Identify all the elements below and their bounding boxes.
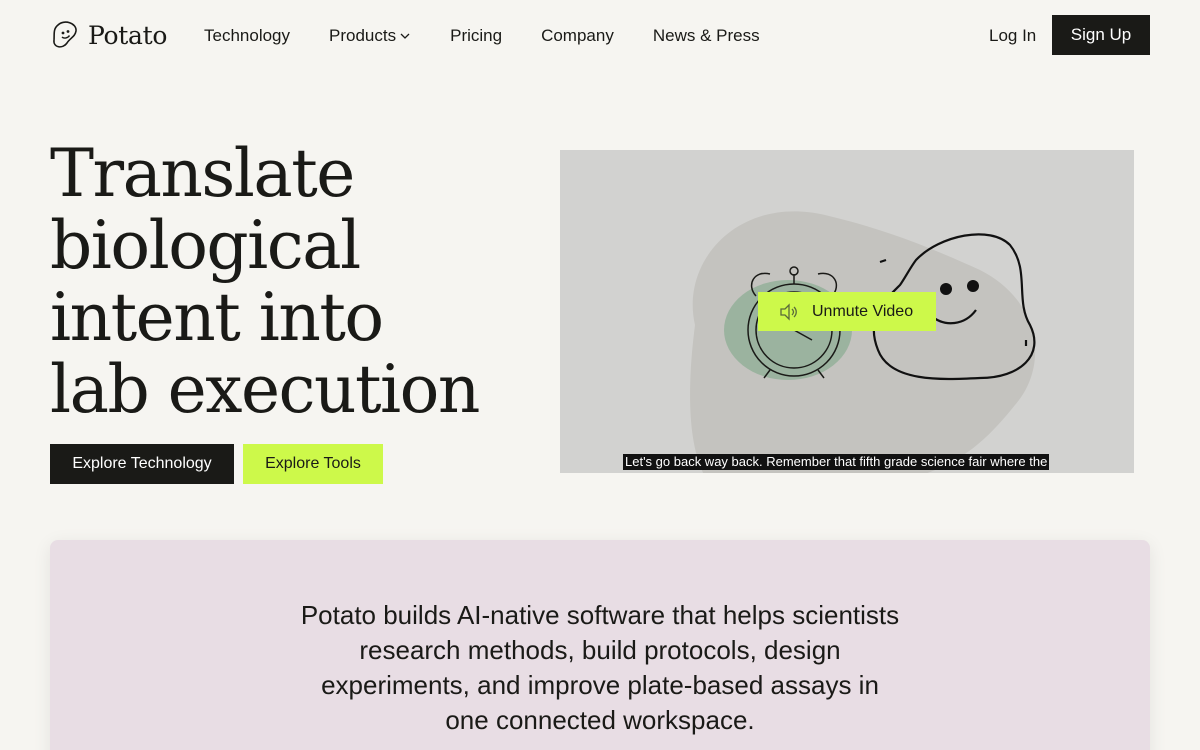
signup-button[interactable]: Sign Up (1052, 15, 1150, 55)
logo[interactable]: Potato (50, 20, 167, 50)
unmute-video-button[interactable]: Unmute Video (758, 292, 936, 331)
description-text: Potato builds AI-native software that he… (300, 600, 900, 735)
explore-technology-button[interactable]: Explore Technology (50, 444, 234, 484)
nav-pricing[interactable]: Pricing (450, 26, 502, 46)
logo-text: Potato (88, 20, 168, 50)
login-link[interactable]: Log In (989, 26, 1036, 46)
hero-title-line: Translate (50, 135, 355, 212)
hero-title-line: lab execution (50, 351, 480, 428)
description-card: Potato builds AI-native software that he… (50, 540, 1150, 750)
nav-technology[interactable]: Technology (204, 26, 290, 46)
potato-face-icon (53, 21, 77, 48)
hero-title-line: biological (50, 207, 361, 284)
speaker-muted-icon (780, 302, 797, 321)
main-nav: Technology Products Pricing Company News… (204, 26, 799, 46)
nav-news-press[interactable]: News & Press (653, 26, 760, 46)
video-caption: Let's go back way back. Remember that fi… (623, 454, 1050, 470)
site-header: Potato Technology Products Pricing Compa… (0, 0, 1200, 72)
nav-products-label: Products (329, 26, 397, 45)
hero-video[interactable]: Unmute Video Let's go back way back. Rem… (560, 150, 1134, 473)
explore-tools-button[interactable]: Explore Tools (243, 444, 383, 484)
chevron-down-icon (400, 33, 410, 39)
hero-title: Translate biological intent into lab exe… (50, 138, 530, 426)
hero-title-line: intent into (50, 279, 384, 356)
unmute-video-label: Unmute Video (812, 302, 914, 320)
nav-products[interactable]: Products (329, 26, 411, 46)
nav-company[interactable]: Company (541, 26, 614, 46)
